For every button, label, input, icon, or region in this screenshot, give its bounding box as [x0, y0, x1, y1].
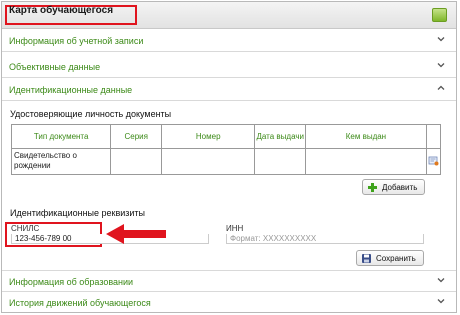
chevron-down-icon[interactable]	[436, 296, 446, 306]
add-document-label: Добавить	[382, 182, 418, 192]
snils-value: 123-456-789 00	[15, 234, 72, 243]
cell-series	[110, 148, 163, 175]
save-icon	[361, 253, 372, 264]
section-education-info[interactable]: Информация об образовании	[2, 270, 456, 292]
section-identification-data-label: Идентификационные данные	[9, 85, 133, 95]
inn-label: ИНН	[226, 224, 244, 233]
chevron-down-icon[interactable]	[436, 60, 446, 70]
snils-label: СНИЛС	[11, 224, 40, 233]
section-movement-history-label: История движений обучающегося	[9, 298, 151, 308]
cell-doc-type: Свидетельство о рождении	[10, 148, 112, 175]
cell-actions	[425, 148, 442, 175]
cell-number	[161, 148, 256, 175]
section-education-info-label: Информация об образовании	[9, 277, 134, 287]
section-account-info-label: Информация об учетной записи	[9, 36, 144, 46]
requisites-heading: Идентификационные реквизиты	[10, 208, 146, 218]
add-document-button[interactable]: Добавить	[362, 179, 425, 195]
arrow-left-icon	[106, 224, 166, 244]
column-header: Дата выдачи	[254, 124, 307, 149]
section-identification-data[interactable]: Идентификационные данные	[2, 79, 456, 101]
edit-document-icon[interactable]	[428, 155, 439, 166]
student-card-window: Карта обучающегося Информация об учетной…	[1, 1, 457, 313]
plus-icon	[367, 182, 378, 193]
section-movement-history[interactable]: История движений обучающегося	[2, 292, 456, 314]
table-row[interactable]: Свидетельство о рождении	[10, 148, 442, 175]
chevron-down-icon[interactable]	[436, 34, 446, 44]
section-objective-data[interactable]: Объективные данные	[2, 56, 456, 78]
column-header: Тип документа	[10, 124, 112, 149]
table-header-row: Тип документа Серия Номер Дата выдачи Ке…	[10, 124, 442, 149]
documents-heading: Удостоверяющие личность документы	[10, 109, 172, 119]
collapse-icon[interactable]	[432, 8, 447, 22]
section-objective-data-label: Объективные данные	[9, 62, 101, 72]
inn-field[interactable]: Формат: XXXXXXXXXX	[226, 234, 424, 244]
window-title: Карта обучающегося	[9, 5, 114, 16]
cell-date	[254, 148, 307, 175]
column-header: Номер	[161, 124, 256, 149]
column-header: Кем выдан	[305, 124, 427, 149]
column-header-actions	[425, 124, 442, 149]
title-bar: Карта обучающегося	[2, 2, 456, 29]
inn-placeholder: Формат: XXXXXXXXXX	[230, 234, 317, 243]
column-header: Серия	[110, 124, 163, 149]
documents-table: Тип документа Серия Номер Дата выдачи Ке…	[10, 124, 442, 175]
save-button[interactable]: Сохранить	[356, 250, 424, 266]
chevron-down-icon[interactable]	[436, 275, 446, 285]
chevron-up-icon[interactable]	[436, 83, 446, 93]
save-button-label: Сохранить	[376, 253, 416, 263]
section-account-info[interactable]: Информация об учетной записи	[2, 30, 456, 52]
cell-issuer	[305, 148, 427, 175]
